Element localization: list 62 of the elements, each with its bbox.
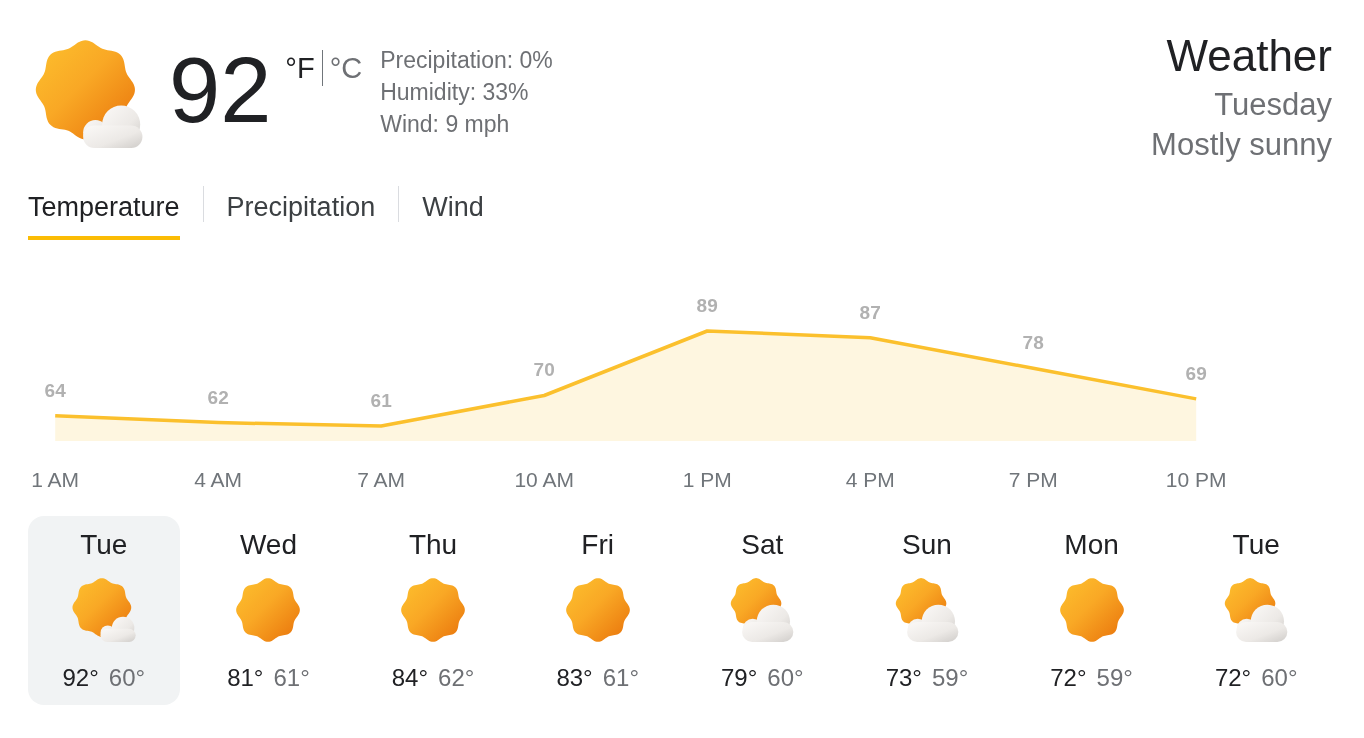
high-temperature: 79° [721,664,758,692]
unit-toggle[interactable]: °F [285,50,315,86]
low-temperature: 60° [108,664,146,692]
sun-cloud-icon [894,578,959,642]
data-label: 87 [859,301,881,323]
day-label: Tuesday [1214,86,1332,124]
low-temperature: 59° [1096,664,1133,692]
weather-detail: Precipitation: 0% [380,46,553,75]
day-name: Tue [80,529,128,561]
day-name: Mon [1064,529,1119,561]
data-label: 78 [1022,332,1044,354]
data-label: 61 [370,390,392,411]
chart-tab[interactable]: Precipitation [226,186,376,240]
data-label: 89 [696,295,718,316]
data-label: 69 [1185,362,1207,384]
sun-cloud-icon [1224,578,1289,642]
axis-label: 10 PM [1165,468,1227,491]
day-name: Sat [741,529,784,561]
axis-label: 7 PM [1008,468,1058,491]
condition-label: Mostly sunny [1151,126,1332,164]
weather-title: Weather [1166,34,1332,78]
day-name: Thu [408,529,458,561]
high-temperature: 72° [1214,664,1252,692]
day-card[interactable]: Tue 92° 60° [28,516,180,705]
high-temperature: 83° [556,664,593,692]
high-temperature: 72° [1050,664,1087,692]
day-name: Wed [239,529,297,561]
low-temperature: 60° [1261,664,1298,692]
axis-label: 7 AM [357,468,406,491]
chart-tab[interactable]: Temperature [28,186,180,240]
high-temperature: 81° [227,664,264,692]
chart-tab[interactable]: Wind [422,186,484,240]
sun-cloud-icon [33,40,145,148]
sun-icon [236,578,301,642]
low-temperature: 59° [931,664,969,692]
axis-label: 1 AM [31,468,80,491]
axis-label: 10 AM [514,468,574,491]
sun-cloud-icon [71,578,136,642]
low-temperature: 62° [438,664,475,692]
data-label: 70 [533,359,555,381]
weather-detail: Wind: 9 mph [380,110,511,139]
sun-icon [401,578,466,642]
day-name: Sun [902,529,952,561]
weather-detail: Humidity: 33% [380,78,530,107]
sun-icon [565,578,630,642]
axis-label: 1 PM [682,468,732,491]
day-name: Fri [581,529,614,561]
data-label: 62 [207,386,229,408]
low-temperature: 61° [273,664,310,692]
sun-icon [1059,578,1124,642]
low-temperature: 60° [767,664,804,692]
current-temperature: 92 [169,44,272,136]
high-temperature: 73° [885,664,922,692]
day-name: Tue [1232,529,1280,561]
high-temperature: 92° [62,664,99,692]
high-temperature: 84° [391,664,429,692]
data-label: 64 [44,379,66,401]
sun-cloud-icon [730,578,795,642]
unit-toggle[interactable]: °C [329,50,363,86]
axis-label: 4 PM [845,468,895,491]
low-temperature: 61° [602,664,639,692]
axis-label: 4 AM [194,468,243,491]
